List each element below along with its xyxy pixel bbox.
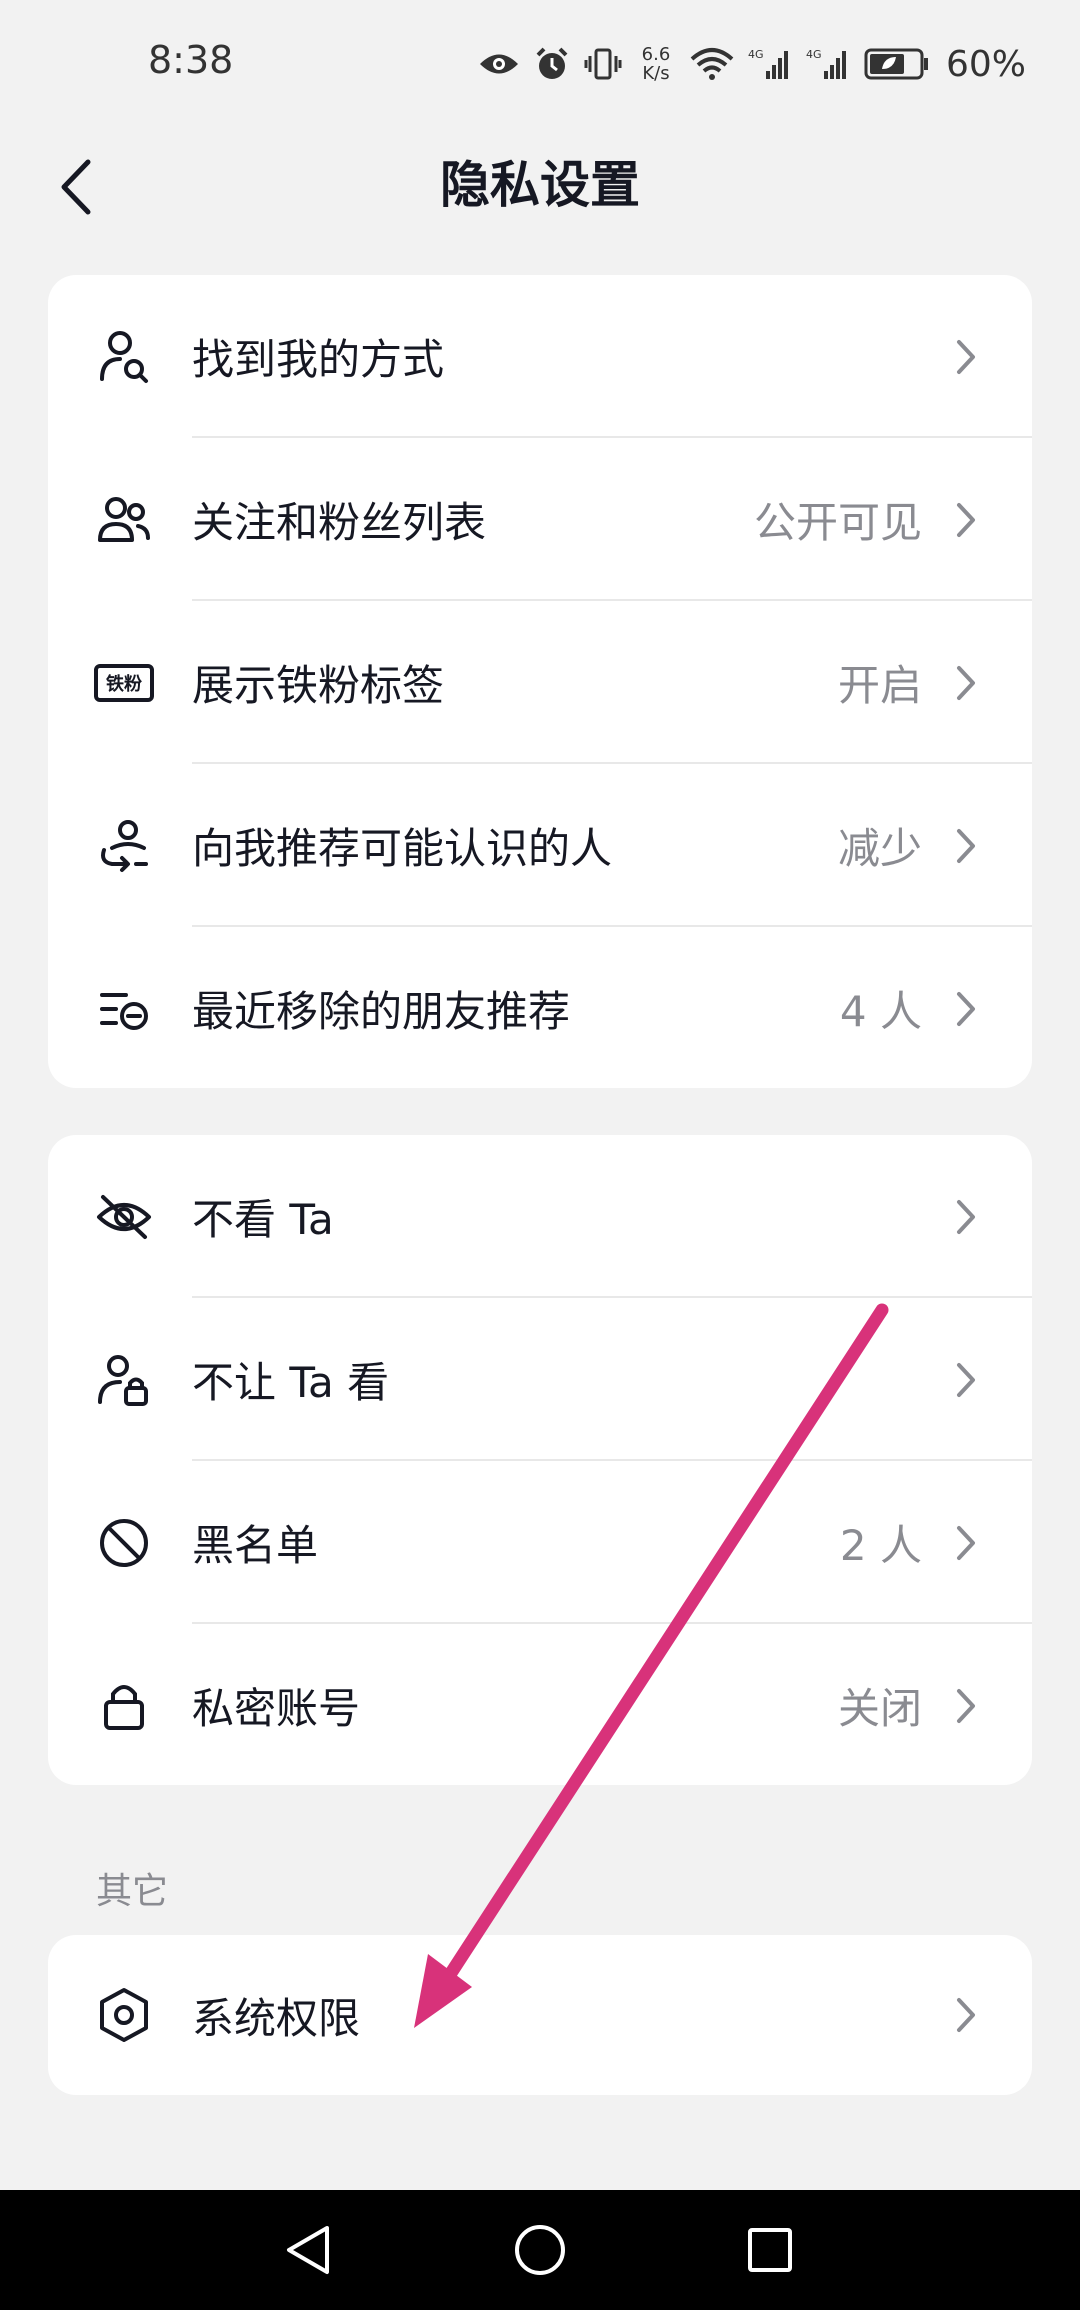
block-icon — [94, 1513, 154, 1573]
signal-icon-1: 4G — [748, 48, 788, 79]
row-label: 私密账号 — [192, 1684, 361, 1733]
row-label: 最近移除的朋友推荐 — [192, 987, 571, 1036]
net-type-2: 4G — [806, 48, 822, 61]
net-type-1: 4G — [748, 48, 764, 61]
signal-icon-2: 4G — [806, 48, 846, 79]
row-value: 4 人 — [839, 987, 922, 1036]
vibrate-icon — [584, 48, 622, 80]
chevron-right-icon — [957, 1525, 975, 1560]
row-value: 2 人 — [839, 1521, 922, 1570]
row-value: 减少 — [837, 824, 922, 873]
back-triangle-icon — [287, 2226, 329, 2274]
hexagon-settings-icon — [94, 1985, 154, 2045]
battery-icon — [864, 48, 928, 80]
battery-percent: 60% — [945, 43, 1026, 85]
row-label: 不看 Ta — [192, 1195, 334, 1244]
row-label: 展示铁粉标签 — [192, 661, 445, 710]
row-label: 系统权限 — [192, 1993, 361, 2043]
eye-icon — [479, 54, 518, 74]
eye-off-icon — [94, 1187, 154, 1247]
status-icons: 6.6 K/s 4G 4G 60% — [478, 34, 1026, 94]
row-iron-fan[interactable]: 铁粉 展示铁粉标签 开启 — [48, 601, 1032, 764]
removed-list-icon — [94, 979, 154, 1039]
row-block-viewing[interactable]: 不让 Ta 看 — [48, 1298, 1032, 1461]
row-removed-recommend[interactable]: 最近移除的朋友推荐 4 人 — [48, 927, 1032, 1088]
net-speed-value: 6.6 — [641, 44, 671, 65]
nav-bar: 隐私设置 — [0, 130, 1080, 240]
row-label: 关注和粉丝列表 — [192, 498, 487, 547]
net-speed: 6.6 K/s — [636, 45, 676, 83]
recents-square-icon — [748, 2228, 792, 2272]
alarm-icon — [536, 47, 568, 79]
wifi-icon — [690, 48, 734, 80]
find-user-icon — [94, 327, 154, 387]
row-find-me[interactable]: 找到我的方式 — [48, 275, 1032, 438]
status-time: 8:38 — [148, 38, 234, 82]
iron-fan-badge-icon: 铁粉 — [94, 653, 154, 713]
user-lock-icon — [94, 1350, 154, 1410]
row-value: 关闭 — [837, 1684, 922, 1733]
net-speed-unit: K/s — [642, 63, 670, 84]
row-label: 找到我的方式 — [192, 335, 445, 384]
status-bar: 8:38 6.6 K/s 4G 4G 60% — [0, 0, 1080, 130]
chevron-right-icon — [957, 1688, 975, 1723]
row-recommend-people[interactable]: 向我推荐可能认识的人 减少 — [48, 764, 1032, 927]
iron-fan-badge-text: 铁粉 — [106, 673, 142, 695]
lock-icon — [94, 1676, 154, 1736]
privacy-group-3: 系统权限 — [48, 1935, 1032, 2095]
row-value: 开启 — [837, 661, 922, 710]
home-circle-icon — [515, 2225, 565, 2275]
row-label: 向我推荐可能认识的人 — [192, 824, 613, 873]
privacy-group-1: 找到我的方式 关注和粉丝列表 公开可见 铁粉 展示铁粉标签 开启 向我推荐可能认… — [48, 275, 1032, 1088]
chevron-right-icon — [957, 991, 975, 1026]
chevron-right-icon — [957, 1362, 975, 1397]
section-label-other: 其它 — [96, 1871, 169, 1912]
system-home-button[interactable] — [510, 2220, 570, 2280]
page-title: 隐私设置 — [440, 156, 640, 214]
row-label: 不让 Ta 看 — [192, 1358, 390, 1407]
row-followers[interactable]: 关注和粉丝列表 公开可见 — [48, 438, 1032, 601]
system-back-button[interactable] — [278, 2220, 338, 2280]
row-private-account[interactable]: 私密账号 关闭 — [48, 1624, 1032, 1785]
system-recents-button[interactable] — [740, 2220, 800, 2280]
system-nav-bar — [0, 2190, 1080, 2310]
row-blacklist[interactable]: 黑名单 2 人 — [48, 1461, 1032, 1624]
chevron-right-icon — [957, 502, 975, 537]
chevron-right-icon — [957, 1199, 975, 1234]
chevron-right-icon — [957, 1998, 975, 2032]
row-value: 公开可见 — [753, 498, 922, 547]
chevron-right-icon — [957, 665, 975, 700]
row-system-permissions[interactable]: 系统权限 — [48, 1935, 1032, 2095]
chevron-right-icon — [957, 828, 975, 863]
privacy-group-2: 不看 Ta 不让 Ta 看 黑名单 2 人 私密账号 关闭 — [48, 1135, 1032, 1785]
row-hide-from[interactable]: 不看 Ta — [48, 1135, 1032, 1298]
followers-icon — [94, 490, 154, 550]
chevron-right-icon — [957, 339, 975, 374]
recommend-people-icon — [94, 816, 154, 876]
row-label: 黑名单 — [192, 1521, 319, 1570]
